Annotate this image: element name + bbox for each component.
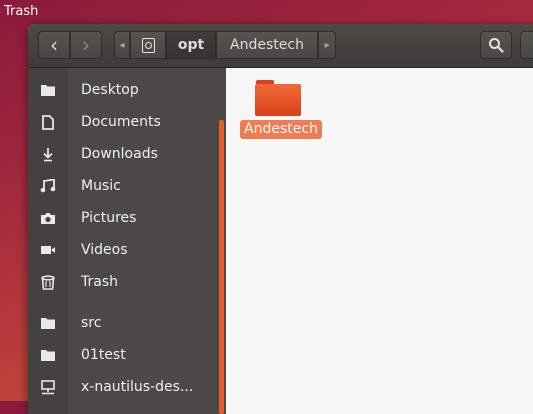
sidebar-scrollbar[interactable]: [219, 120, 224, 414]
sidebar-item-label: Trash: [81, 274, 118, 290]
file-view: Andestech: [226, 68, 533, 414]
back-button[interactable]: ‹: [38, 31, 70, 59]
music-icon: [28, 179, 68, 193]
path-scroll-left-button[interactable]: ◂: [114, 31, 130, 59]
trash-icon: [28, 274, 68, 290]
download-icon: [28, 147, 68, 162]
arrow-right-icon: ▸: [324, 39, 330, 51]
header-bar: ‹ › ◂ opt Andestech ▸: [28, 24, 533, 68]
sidebar-item-label: Music: [81, 178, 121, 194]
video-icon: [28, 244, 68, 256]
search-icon: [489, 38, 504, 53]
folder-icon: [28, 316, 68, 330]
search-button[interactable]: [480, 31, 512, 59]
arrow-left-icon: ◂: [119, 39, 125, 51]
path-segment-opt[interactable]: opt: [166, 31, 216, 59]
chevron-right-icon: ›: [82, 33, 90, 57]
document-icon: [28, 114, 68, 130]
view-options-button[interactable]: [520, 31, 533, 59]
path-segment-andestech[interactable]: Andestech: [216, 31, 318, 59]
sidebar-item-01test[interactable]: 01test: [28, 340, 218, 370]
sidebar-item-src[interactable]: src: [28, 308, 218, 338]
chevron-left-icon: ‹: [50, 33, 58, 57]
sidebar-item-label: Videos: [81, 242, 128, 258]
sidebar-item-videos[interactable]: Videos: [28, 235, 218, 265]
sidebar-item-label: Documents: [81, 114, 161, 130]
camera-icon: [28, 212, 68, 225]
sidebar-item-label: Pictures: [81, 210, 137, 226]
sidebar-item-music[interactable]: Music: [28, 171, 218, 201]
sidebar-item-downloads[interactable]: Downloads: [28, 139, 218, 169]
folder-icon: [255, 80, 301, 118]
sidebar-item-label: Downloads: [81, 146, 158, 162]
path-root-drive-button[interactable]: [130, 31, 166, 59]
sidebar: Desktop Documents Downloads Music Pictur…: [28, 68, 226, 414]
sidebar-item-desktop[interactable]: Desktop: [28, 75, 218, 105]
file-manager-window: ‹ › ◂ opt Andestech ▸ Desktop Documents …: [28, 24, 533, 414]
sidebar-item-x-nautilus-desktop[interactable]: x-nautilus-des...: [28, 372, 218, 402]
sidebar-item-label: x-nautilus-des...: [81, 379, 194, 395]
sidebar-item-label: 01test: [81, 347, 126, 363]
folder-item-andestech[interactable]: Andestech: [240, 80, 322, 139]
path-scroll-right-button[interactable]: ▸: [318, 31, 336, 59]
folder-icon: [28, 348, 68, 362]
sidebar-item-trash[interactable]: Trash: [28, 267, 218, 297]
folder-item-label: Andestech: [240, 120, 322, 139]
sidebar-item-label: Desktop: [81, 82, 139, 98]
folder-icon: [28, 83, 68, 97]
forward-button[interactable]: ›: [70, 31, 102, 59]
drive-icon: [141, 37, 155, 53]
sidebar-item-pictures[interactable]: Pictures: [28, 203, 218, 233]
desktop-trash-label[interactable]: Trash: [4, 4, 38, 19]
network-icon: [28, 379, 68, 395]
sidebar-item-label: src: [81, 315, 102, 331]
sidebar-item-documents[interactable]: Documents: [28, 107, 218, 137]
